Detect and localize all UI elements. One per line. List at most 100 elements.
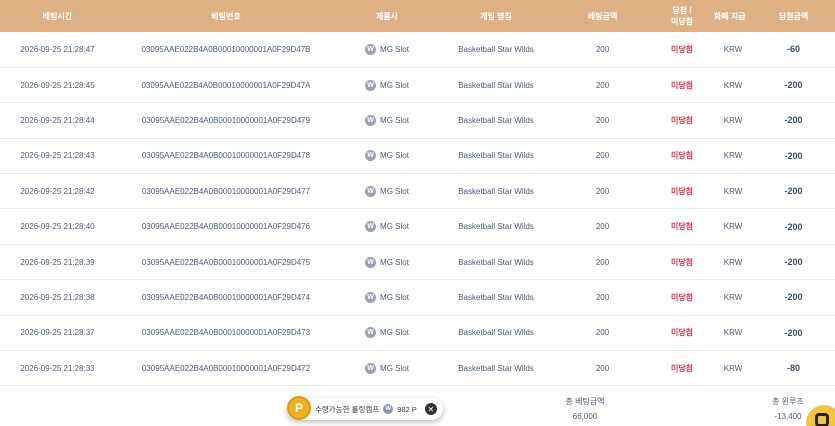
currency: KRW [723,186,743,196]
provider-name: MG Slot [380,222,409,232]
provider-cell: W MG Slot [337,315,437,350]
win-amount: -200 [784,327,803,338]
bet-amount: 200 [595,186,610,196]
p-coin-icon[interactable]: P [287,396,311,420]
bet-amount: 200 [595,257,610,267]
win-amount: -60 [786,44,800,55]
bet-time: 2026-09-25 21:28:47 [20,44,95,54]
bet-number: 03095AAE022B4A0B00010000001A0F29D477 [141,186,311,196]
bet-amount: 200 [595,292,610,302]
bet-time: 2026-09-25 21:28:43 [20,151,95,161]
provider: W MG Slot [365,150,409,162]
table-row: 2026-09-25 21:28:45 03095AAE022B4A0B00010… [0,67,835,103]
result-status: 미당첨 [670,186,694,196]
table-row: 2026-09-25 21:28:40 03095AAE022B4A0B00010… [0,209,835,245]
w-badge-icon: W [365,362,377,374]
currency: KRW [723,328,743,338]
bet-number: 03095AAE022B4A0B00010000001A0F29D47B [141,44,311,54]
provider-name: MG Slot [380,115,409,125]
rolling-points-value: 982 P [397,404,417,414]
bet-number: 03095AAE022B4A0B00010000001A0F29D478 [141,151,311,161]
bet-number: 03095AAE022B4A0B00010000001A0F29D479 [141,115,311,125]
provider-cell: W MG Slot [337,67,437,102]
table-row: 2026-09-25 21:28:33 03095AAE022B4A0B00010… [0,351,835,386]
result-status: 미당첨 [670,151,694,161]
result-status: 미당첨 [670,257,694,267]
provider-name: MG Slot [380,257,409,267]
header-result: 당첨 / 미당첨 [650,0,714,32]
game-name: Basketball Star Wilds [458,328,534,338]
chat-icon [815,413,829,426]
header-provider: 제품사 [375,11,399,21]
table-row: 2026-09-25 21:28:37 03095AAE022B4A0B00010… [0,315,835,351]
win-amount: -200 [784,150,803,161]
provider: W MG Slot [365,256,409,268]
total-bet: 총 베팅금액 66,000 [545,394,625,424]
provider-cell: W MG Slot [337,209,437,244]
table-row: 2026-09-25 21:28:43 03095AAE022B4A0B00010… [0,138,835,174]
win-amount: -200 [784,186,803,197]
provider: W MG Slot [365,221,409,233]
currency: KRW [723,151,743,161]
bet-amount: 200 [595,328,610,338]
currency: KRW [723,80,743,90]
header-bet-number: 베팅번호 [211,11,241,21]
table-row: 2026-09-25 21:28:38 03095AAE022B4A0B00010… [0,280,835,316]
result-status: 미당첨 [670,292,694,302]
bet-amount: 200 [595,115,610,125]
currency: KRW [723,115,743,125]
provider-name: MG Slot [380,151,409,161]
provider-cell: W MG Slot [337,351,437,386]
total-bet-label: 총 베팅금액 [565,397,605,406]
bet-time: 2026-09-25 21:28:38 [20,292,95,302]
win-amount: -200 [784,257,803,268]
game-name: Basketball Star Wilds [458,151,534,161]
table-header-row: 베팅시간 베팅번호 제품사 게임 명칭 베팅금액 당첨 / 미당첨 화폐 지급 당… [0,0,835,32]
bet-amount: 200 [595,222,610,232]
provider-name: MG Slot [380,44,409,54]
rolling-points-label: 수령가능한 롤링캠프 [315,404,380,414]
w-badge-icon: W [365,291,377,303]
result-status: 미당첨 [670,222,694,232]
provider: W MG Slot [365,291,409,303]
win-amount: -200 [784,221,803,232]
bet-time: 2026-09-25 21:28:33 [20,363,95,373]
header-result-line2: 미당첨 [670,17,694,26]
bet-amount: 200 [595,151,610,161]
provider: W MG Slot [365,79,409,91]
win-amount: -200 [784,292,803,303]
result-status: 미당첨 [670,328,694,338]
provider-name: MG Slot [380,363,409,373]
win-amount: -200 [784,80,803,91]
header-bet-time: 베팅시간 [42,11,73,21]
game-name: Basketball Star Wilds [458,257,534,267]
result-status: 미당첨 [670,363,694,373]
w-badge-icon: W [365,43,377,55]
total-bet-value: 66,000 [572,412,598,421]
w-badge-icon: W [365,327,377,339]
table-row: 2026-09-25 21:28:44 03095AAE022B4A0B00010… [0,103,835,139]
close-icon[interactable]: ✕ [424,403,437,415]
currency: KRW [723,292,743,302]
currency: KRW [723,44,743,54]
header-currency: 화폐 지급 [714,11,746,21]
bet-time: 2026-09-25 21:28:42 [20,186,95,196]
bet-number: 03095AAE022B4A0B00010000001A0F29D47A [141,80,311,90]
header-result-line1: 당첨 / [672,6,692,15]
header-game-name: 게임 명칭 [480,11,512,21]
bet-history-page: 베팅시간 베팅번호 제품사 게임 명칭 베팅금액 당첨 / 미당첨 화폐 지급 당… [0,0,835,426]
currency: KRW [723,222,743,232]
result-status: 미당첨 [670,115,694,125]
game-name: Basketball Star Wilds [458,363,534,373]
header-win-amount: 당첨금액 [778,11,809,21]
result-status: 미당첨 [670,44,694,54]
bet-amount: 200 [595,80,610,90]
provider: W MG Slot [365,327,409,339]
bet-amount: 200 [595,363,610,373]
table-row: 2026-09-25 21:28:42 03095AAE022B4A0B00010… [0,174,835,209]
bet-number: 03095AAE022B4A0B00010000001A0F29D473 [141,328,311,338]
w-badge-icon: W [365,150,377,162]
bet-history-table: 베팅시간 베팅번호 제품사 게임 명칭 베팅금액 당첨 / 미당첨 화폐 지급 당… [0,0,835,386]
bet-number: 03095AAE022B4A0B00010000001A0F29D475 [141,257,311,267]
header-bet-amount: 베팅금액 [587,11,618,21]
